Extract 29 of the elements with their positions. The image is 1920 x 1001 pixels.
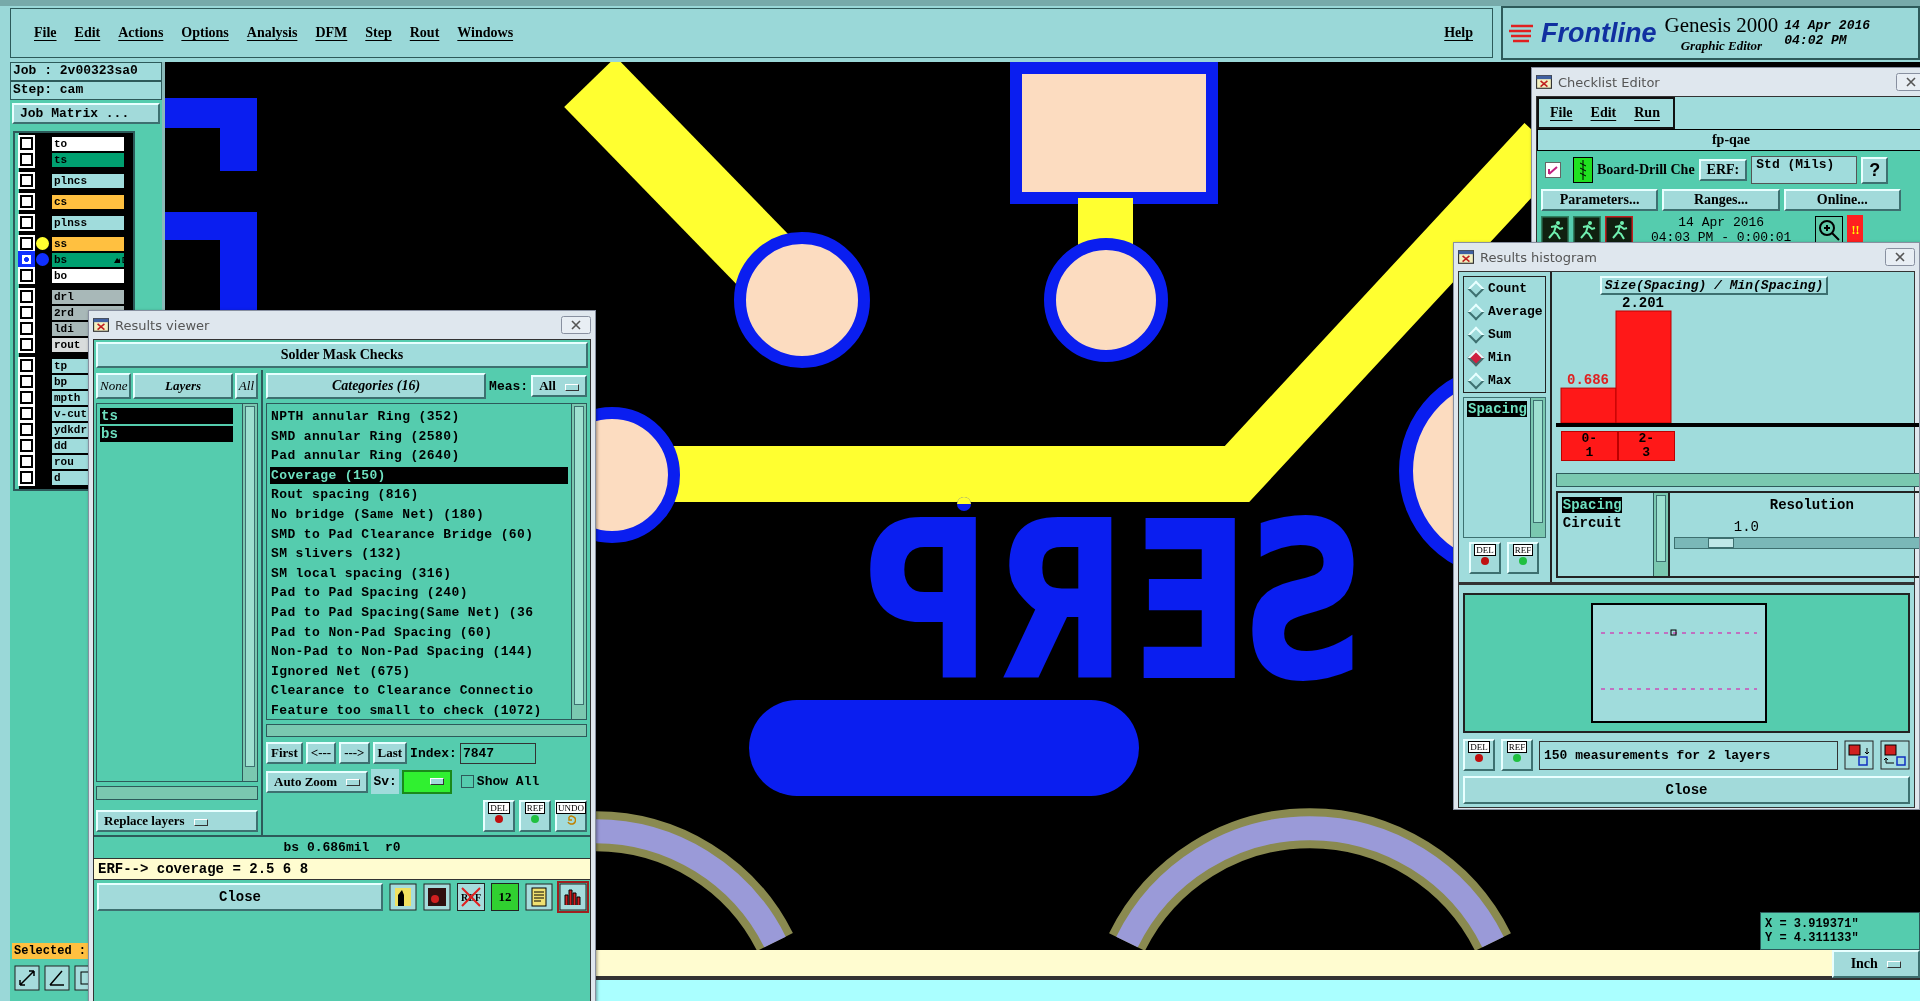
checklist-name: fp-qae — [1537, 129, 1920, 151]
y-coordinate: Y = 4.311133" — [1765, 931, 1860, 946]
meas-label: Meas: — [489, 378, 529, 394]
window-title: Results histogram — [1480, 249, 1598, 265]
bar-value-label: 0.686 — [1566, 372, 1609, 389]
window-title: Checklist Editor — [1558, 74, 1661, 90]
product-subtitle: Graphic Editor — [1680, 37, 1762, 54]
summary-text: 150 measurements for 2 layers — [1539, 740, 1838, 770]
resolution-label: Resolution — [1768, 497, 1855, 513]
date-text: 14 Apr 2016 — [1784, 18, 1871, 33]
time-text: 04:02 PM — [1784, 33, 1848, 48]
brand-logo: Frontline — [1541, 17, 1657, 49]
category-axis-label: 2-3 — [1617, 431, 1675, 461]
severity-label: Sv: — [371, 769, 399, 794]
x-coordinate: X = 3.919371" — [1765, 917, 1860, 932]
product-name: Genesis 2000 — [1664, 12, 1779, 38]
resolution-value: 1.0 — [1733, 519, 1761, 535]
board-text: ꟼЯƎƧ — [862, 514, 1375, 690]
bar-value-label: 2.201 — [1621, 295, 1664, 311]
category-axis-label: 0-1 — [1560, 431, 1618, 461]
run-duration: 04:03 PM - 0:00:01 — [1651, 230, 1792, 245]
step-label: Step: cam — [10, 81, 162, 100]
window-title: Results viewer — [115, 317, 211, 333]
show-all-label: Show All — [476, 774, 540, 789]
results-heading: Solder Mask Checks — [96, 342, 588, 368]
job-label: Job : 2v00323sa0 — [10, 62, 162, 81]
run-date: 14 Apr 2016 — [1678, 215, 1765, 230]
index-label: Index: — [410, 745, 457, 761]
chart-title: Size(Spacing) / Min(Spacing) — [1599, 276, 1829, 295]
